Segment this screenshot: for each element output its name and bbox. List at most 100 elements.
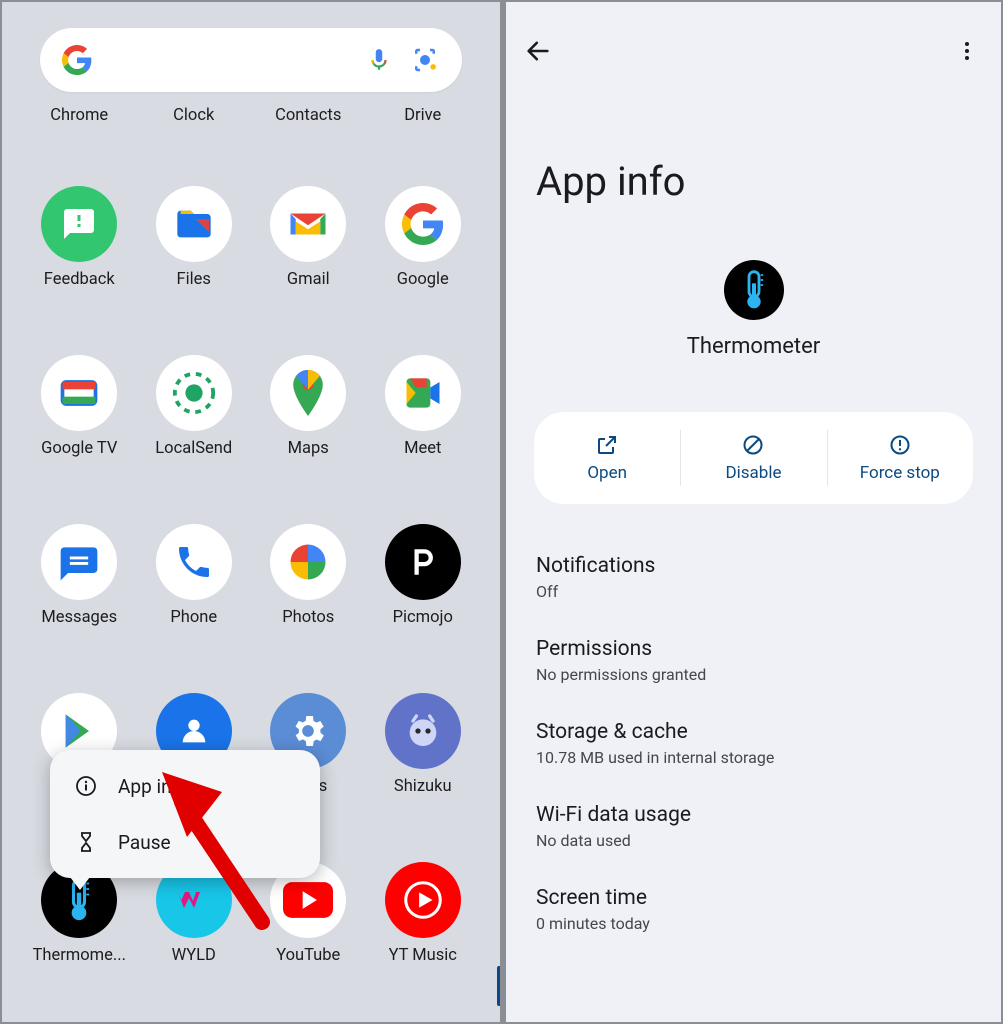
- back-button[interactable]: [524, 37, 552, 65]
- app-label: YouTube: [276, 946, 340, 965]
- app-cell-localsend[interactable]: LocalSend: [138, 355, 250, 458]
- app-label: Files: [177, 270, 211, 289]
- app-cell-clock[interactable]: Clock: [138, 106, 250, 136]
- context-menu-app-info[interactable]: App info: [50, 758, 320, 814]
- page-title: App info: [536, 158, 685, 205]
- meet-icon: [385, 355, 461, 431]
- app-label: Chrome: [50, 106, 108, 125]
- app-cell-drive[interactable]: Drive: [367, 106, 479, 136]
- setting-sub: 0 minutes today: [536, 914, 971, 933]
- app-context-menu: App info Pause: [50, 750, 320, 878]
- google-g-icon: [62, 45, 92, 75]
- setting-permissions[interactable]: Permissions No permissions granted: [506, 619, 1001, 702]
- app-label: WYLD: [172, 946, 216, 965]
- disable-icon: [741, 433, 765, 457]
- app-label: Maps: [288, 439, 329, 458]
- info-icon: [74, 774, 98, 798]
- google-icon: [385, 186, 461, 262]
- app-info-screen: App info Thermometer Open Disable Force …: [506, 2, 1001, 1022]
- app-label: Google TV: [41, 439, 117, 458]
- localsend-icon: [156, 355, 232, 431]
- app-label: Feedback: [44, 270, 115, 289]
- app-label: Messages: [41, 608, 117, 627]
- action-label: Force stop: [860, 463, 940, 483]
- app-cell-contacts[interactable]: Contacts: [252, 106, 364, 136]
- files-icon: [156, 186, 232, 262]
- app-row: Feedback Files Gmail Google: [22, 186, 480, 289]
- app-row: Messages Phone Photos Picmojo: [22, 524, 480, 627]
- shizuku-icon: [385, 693, 461, 769]
- more-options-button[interactable]: [955, 39, 979, 63]
- app-drawer-screen: Chrome Clock Contacts Drive Feedback Fil…: [2, 2, 500, 1022]
- setting-sub: No permissions granted: [536, 665, 971, 684]
- action-label: Open: [587, 463, 627, 483]
- action-label: Disable: [725, 463, 781, 483]
- thermometer-app-icon: [724, 260, 784, 320]
- app-cell-meet[interactable]: Meet: [367, 355, 479, 458]
- app-label: Picmojo: [393, 608, 453, 627]
- setting-notifications[interactable]: Notifications Off: [506, 536, 1001, 619]
- open-icon: [595, 433, 619, 457]
- app-label: YT Music: [389, 946, 457, 965]
- app-label: Gmail: [287, 270, 330, 289]
- setting-sub: Off: [536, 582, 971, 601]
- hourglass-icon: [74, 830, 98, 854]
- setting-sub: No data used: [536, 831, 971, 850]
- setting-title: Notifications: [536, 554, 971, 578]
- app-cell-messages[interactable]: Messages: [23, 524, 135, 627]
- app-cell-phone[interactable]: Phone: [138, 524, 250, 627]
- app-label: Google: [397, 270, 449, 289]
- scroll-indicator: [497, 966, 500, 1006]
- gmail-icon: [270, 186, 346, 262]
- mic-icon[interactable]: [366, 47, 392, 73]
- app-label: LocalSend: [155, 439, 232, 458]
- context-menu-pause[interactable]: Pause: [50, 814, 320, 870]
- app-cell-maps[interactable]: Maps: [252, 355, 364, 458]
- app-header: Thermometer: [506, 260, 1001, 359]
- messages-icon: [41, 524, 117, 600]
- setting-title: Wi-Fi data usage: [536, 803, 971, 827]
- setting-title: Screen time: [536, 886, 971, 910]
- phone-icon: [156, 524, 232, 600]
- app-label: Meet: [404, 439, 441, 458]
- setting-title: Storage & cache: [536, 720, 971, 744]
- app-cell-picmojo[interactable]: Picmojo: [367, 524, 479, 627]
- app-label: Thermome...: [33, 946, 126, 965]
- app-label: Contacts: [275, 106, 341, 125]
- app-cell-google-tv[interactable]: Google TV: [23, 355, 135, 458]
- force-stop-button[interactable]: Force stop: [827, 412, 973, 504]
- app-row: Google TV LocalSend Maps Meet: [22, 355, 480, 458]
- open-button[interactable]: Open: [534, 412, 680, 504]
- app-label: Photos: [282, 608, 334, 627]
- setting-storage[interactable]: Storage & cache 10.78 MB used in interna…: [506, 702, 1001, 785]
- yt-music-icon: [385, 862, 461, 938]
- setting-screen-time[interactable]: Screen time 0 minutes today: [506, 868, 1001, 951]
- feedback-icon: [41, 186, 117, 262]
- app-name: Thermometer: [687, 334, 820, 359]
- app-cell-gmail[interactable]: Gmail: [252, 186, 364, 289]
- app-cell-chrome[interactable]: Chrome: [23, 106, 135, 136]
- setting-wifi-data[interactable]: Wi-Fi data usage No data used: [506, 785, 1001, 868]
- app-label: Shizuku: [394, 777, 452, 796]
- app-cell-shizuku[interactable]: Shizuku: [367, 693, 479, 796]
- action-bar: Open Disable Force stop: [534, 412, 973, 504]
- app-grid: Chrome Clock Contacts Drive Feedback Fil…: [22, 102, 480, 1022]
- app-label: Drive: [404, 106, 441, 125]
- app-cell-feedback[interactable]: Feedback: [23, 186, 135, 289]
- app-cell-photos[interactable]: Photos: [252, 524, 364, 627]
- photos-icon: [270, 524, 346, 600]
- google-search-bar[interactable]: [40, 28, 462, 92]
- force-stop-icon: [888, 433, 912, 457]
- settings-list: Notifications Off Permissions No permiss…: [506, 536, 1001, 951]
- app-cell-files[interactable]: Files: [138, 186, 250, 289]
- lens-icon[interactable]: [410, 45, 440, 75]
- disable-button[interactable]: Disable: [680, 412, 826, 504]
- picmojo-icon: [385, 524, 461, 600]
- app-cell-google[interactable]: Google: [367, 186, 479, 289]
- setting-title: Permissions: [536, 637, 971, 661]
- app-row: Chrome Clock Contacts Drive: [22, 106, 480, 136]
- context-menu-label: Pause: [118, 831, 171, 854]
- app-info-toolbar: [506, 26, 1001, 76]
- setting-sub: 10.78 MB used in internal storage: [536, 748, 971, 767]
- app-cell-yt-music[interactable]: YT Music: [367, 862, 479, 965]
